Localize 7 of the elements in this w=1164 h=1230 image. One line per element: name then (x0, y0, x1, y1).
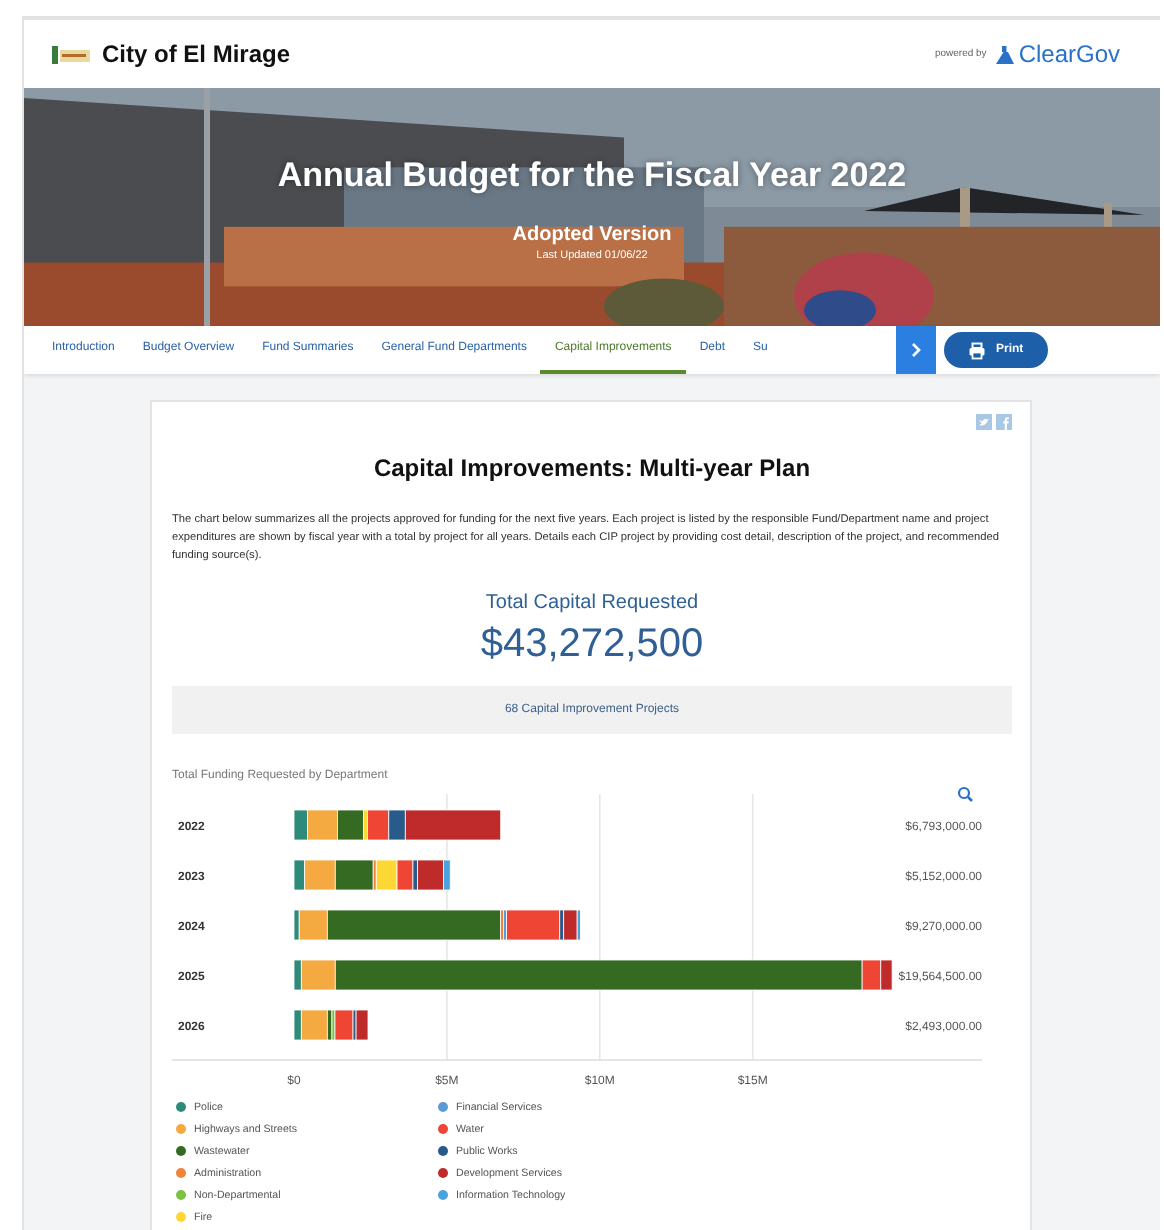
brand-name[interactable]: ClearGov (1018, 40, 1120, 68)
city-name[interactable]: City of El Mirage (102, 40, 291, 68)
section-title: Capital Improvements: Multi-year Plan (371, 454, 813, 482)
total-label: Total Capital Requested (483, 591, 701, 614)
version-label: Adopted Version (512, 224, 672, 246)
banner-title: Annual Budget for the Fiscal Year 2022 (277, 156, 907, 196)
total-value: $43,272,500 (478, 621, 706, 668)
